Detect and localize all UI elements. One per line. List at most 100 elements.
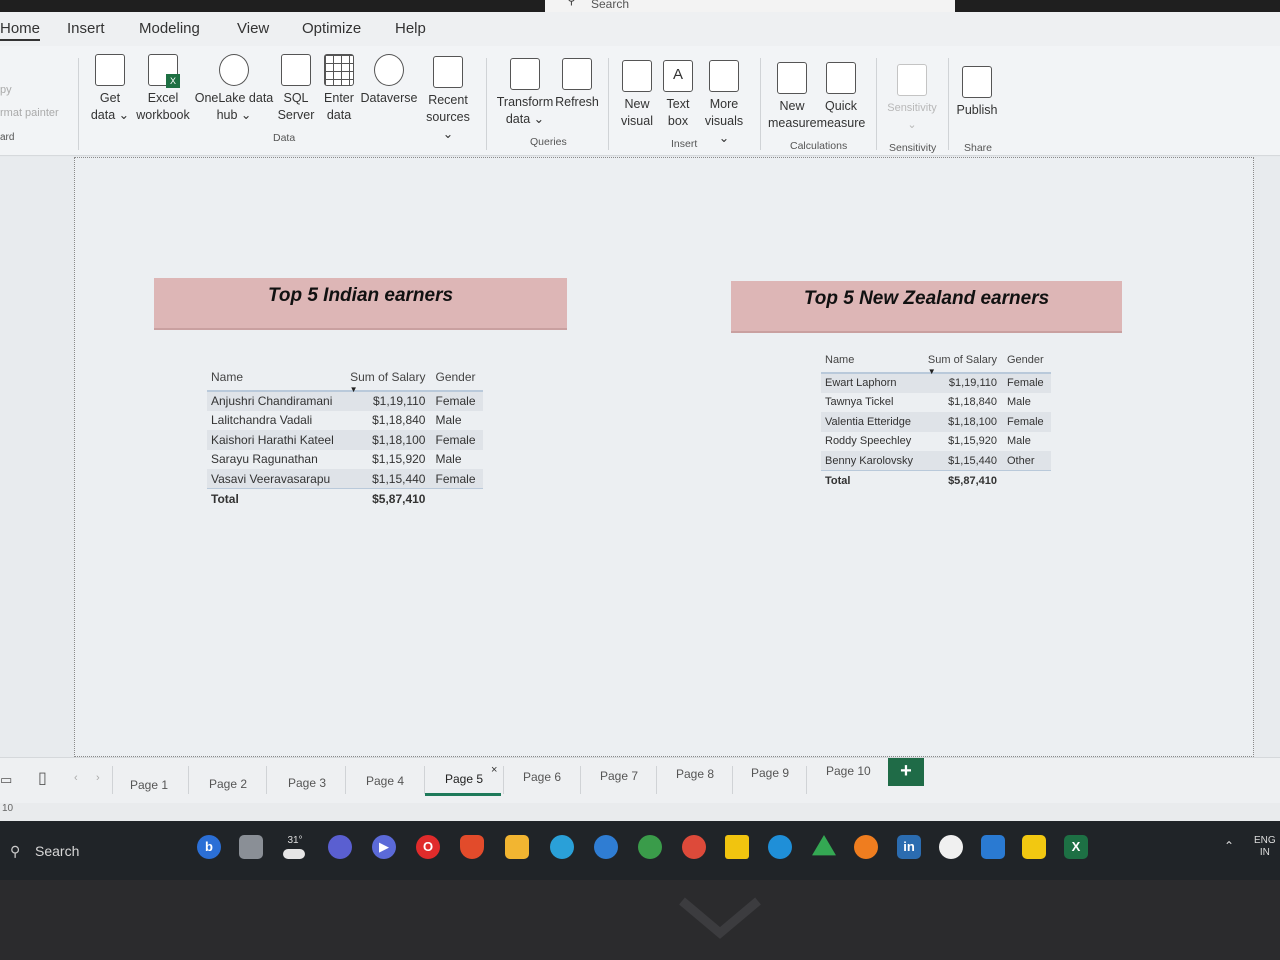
tab-page-4[interactable]: Page 4 [366, 774, 404, 788]
weather-widget[interactable]: 31° [283, 835, 307, 859]
column-header-salary[interactable]: Sum of Salary ▼ [343, 364, 432, 394]
dataverse-button[interactable]: Dataverse [360, 54, 418, 107]
tab-page-5[interactable]: Page 5 [445, 772, 483, 786]
mobile-view-icon[interactable]: ▯ [38, 768, 47, 788]
cell-salary: $1,18,100 [921, 412, 1003, 432]
tab-view[interactable]: View [237, 20, 269, 37]
indian-earners-table: Name Sum of Salary ▼ Gender Anjushri Chan… [207, 364, 483, 508]
quick-measure-button[interactable]: Quick measure [816, 62, 866, 132]
column-header-name[interactable]: Name [821, 348, 922, 374]
taskbar-search[interactable]: ⚲ Search [0, 835, 195, 869]
firefox-icon[interactable] [854, 835, 878, 859]
brave-icon[interactable] [460, 835, 484, 859]
github-icon[interactable] [939, 835, 963, 859]
format-painter-button[interactable]: rmat painter [0, 107, 59, 119]
recent-sources-button[interactable]: Recent sources ⌄ [420, 56, 476, 143]
language-indicator[interactable]: ENG IN [1254, 835, 1276, 859]
onelake-data-hub-button[interactable]: OneLake data hub ⌄ [194, 54, 274, 124]
database-icon [95, 54, 125, 86]
next-page-icon[interactable]: › [96, 772, 100, 784]
close-icon[interactable]: × [491, 764, 497, 776]
cloud-icon [283, 849, 305, 859]
column-header-gender[interactable]: Gender [1003, 348, 1051, 374]
excel-label: Excel [147, 91, 179, 105]
ribbon-separator [608, 58, 609, 150]
transform-data-button[interactable]: Transform data ⌄ [496, 58, 554, 128]
enter-data-button[interactable]: Enter data [320, 54, 358, 124]
sticky-notes-icon[interactable] [725, 835, 749, 859]
tab-page-8[interactable]: Page 8 [676, 767, 714, 781]
tab-modeling[interactable]: Modeling [139, 20, 200, 37]
opera-icon[interactable]: O [416, 835, 440, 859]
sensitivity-group-label: Sensitivity [889, 142, 937, 154]
tab-home[interactable]: Home [0, 20, 41, 41]
chrome-beta-icon[interactable] [638, 835, 662, 859]
chromium-icon[interactable] [594, 835, 618, 859]
chrome-icon[interactable] [682, 835, 706, 859]
cell-gender: Other [1003, 451, 1051, 471]
telegram-icon[interactable] [550, 835, 574, 859]
refresh-label: Refresh [555, 95, 599, 109]
more-visuals-button[interactable]: More visuals ⌄ [698, 60, 750, 147]
publish-button[interactable]: Publish [954, 66, 1000, 119]
chevron-up-icon[interactable]: ⌃ [1224, 839, 1234, 853]
tab-page-7[interactable]: Page 7 [600, 769, 638, 783]
meet-icon[interactable] [328, 835, 352, 859]
cell-name: Anjushri Chandiramani [207, 391, 344, 411]
calculator-icon [777, 62, 807, 94]
vscode-icon[interactable] [981, 835, 1005, 859]
new-visual-button[interactable]: New visual [618, 60, 656, 130]
excel-workbook-button[interactable]: X Excel workbook [133, 54, 193, 124]
text-box-button[interactable]: A Text box [662, 60, 694, 130]
get-data-button[interactable]: Get data ⌄ [90, 54, 130, 124]
cell-gender: Female [1003, 412, 1051, 432]
prev-page-icon[interactable]: ‹ [74, 772, 78, 784]
refresh-button[interactable]: Refresh [555, 58, 599, 111]
power-bi-icon[interactable] [1022, 835, 1046, 859]
cell-salary: $1,15,440 [343, 469, 432, 489]
total-label: Total [821, 470, 922, 490]
task-view-icon[interactable] [239, 835, 263, 859]
cell-salary: $1,18,840 [372, 413, 426, 428]
edge-icon[interactable] [768, 835, 792, 859]
column-header-name[interactable]: Name [207, 364, 344, 392]
column-header-gender[interactable]: Gender [431, 364, 483, 392]
linkedin-icon[interactable]: in [897, 835, 921, 859]
tab-page-1[interactable]: Page 1 [130, 778, 168, 792]
more-visuals-label: More [709, 97, 739, 111]
tab-divider [732, 766, 733, 794]
bing-icon[interactable]: b [197, 835, 221, 859]
lang-code: ENG [1254, 835, 1276, 846]
tab-page-2[interactable]: Page 2 [209, 777, 247, 791]
refresh-icon [562, 58, 592, 90]
new-visual-label-2: visual [621, 114, 653, 128]
cell-name: Valentia Etteridge [821, 412, 922, 432]
copy-button[interactable]: py [0, 84, 12, 96]
menu-bar: Home Insert Modeling View Optimize Help [0, 12, 1280, 46]
tab-page-10[interactable]: Page 10 [826, 764, 871, 778]
text-box-label: Text [666, 97, 690, 111]
tab-optimize[interactable]: Optimize [302, 20, 361, 37]
sensitivity-button[interactable]: Sensitivity ⌄ [882, 64, 942, 134]
tab-page-9[interactable]: Page 9 [751, 766, 789, 780]
get-data-label: Get [99, 91, 121, 105]
column-header-salary[interactable]: Sum of Salary ▼ [921, 348, 1003, 376]
media-player-icon[interactable]: ▶ [372, 835, 396, 859]
tab-page-3[interactable]: Page 3 [288, 776, 326, 790]
cell-gender: Female [431, 430, 483, 450]
tab-help[interactable]: Help [395, 20, 426, 37]
tab-page-6[interactable]: Page 6 [523, 770, 561, 784]
tab-insert[interactable]: Insert [67, 20, 105, 37]
page-tab-bar: ▭ ▯ ‹ › Page 1 Page 2 Page 3 Page 4 Page… [0, 757, 1280, 803]
excel-taskbar-icon[interactable]: X [1064, 835, 1088, 859]
table-row: Benny Karolovsky $1,15,440 Other [821, 451, 1051, 471]
cell-gender: Male [1007, 396, 1031, 409]
google-drive-icon[interactable] [812, 835, 836, 856]
status-bar: 10 [0, 803, 1280, 821]
new-measure-button[interactable]: New measure [768, 62, 817, 132]
sql-server-button[interactable]: SQL Server [276, 54, 316, 124]
file-explorer-icon[interactable] [505, 835, 529, 859]
desktop-view-icon[interactable]: ▭ [0, 772, 12, 788]
add-page-button[interactable]: + [888, 758, 924, 786]
transform-icon [510, 58, 540, 90]
